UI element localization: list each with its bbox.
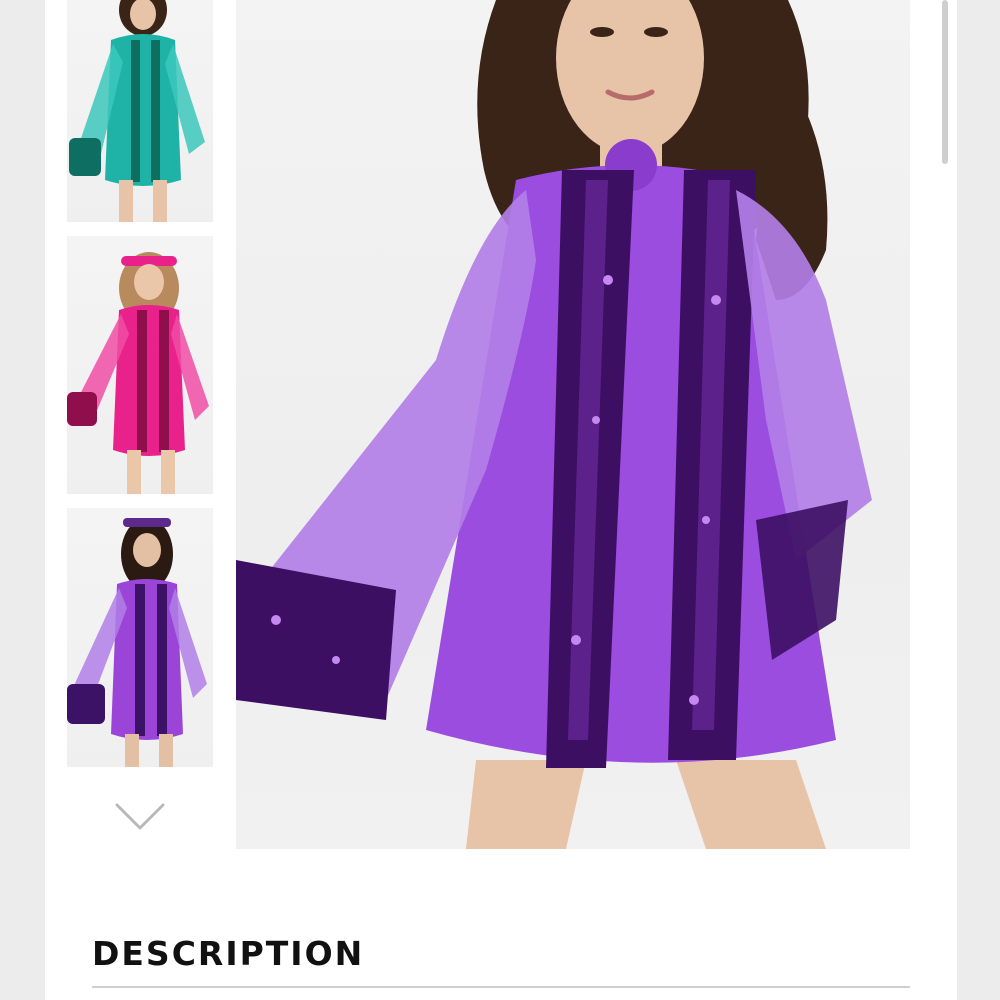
scrollbar-thumb[interactable] xyxy=(942,0,948,164)
thumbnail-pink[interactable] xyxy=(67,236,213,494)
thumbnail-pink-image xyxy=(67,252,209,494)
main-product-photo xyxy=(236,0,872,849)
description-heading: DESCRIPTION xyxy=(92,934,365,973)
thumbnail-teal-image xyxy=(69,0,205,222)
thumbnail-purple-image xyxy=(67,518,207,767)
chevron-down-icon xyxy=(115,803,165,830)
main-product-image[interactable] xyxy=(236,0,910,849)
description-divider xyxy=(92,986,910,988)
thumbnail-purple[interactable] xyxy=(67,508,213,767)
gallery-next-button[interactable] xyxy=(114,796,166,836)
thumbnail-teal[interactable] xyxy=(67,0,213,222)
product-page: DESCRIPTION xyxy=(45,0,957,1000)
